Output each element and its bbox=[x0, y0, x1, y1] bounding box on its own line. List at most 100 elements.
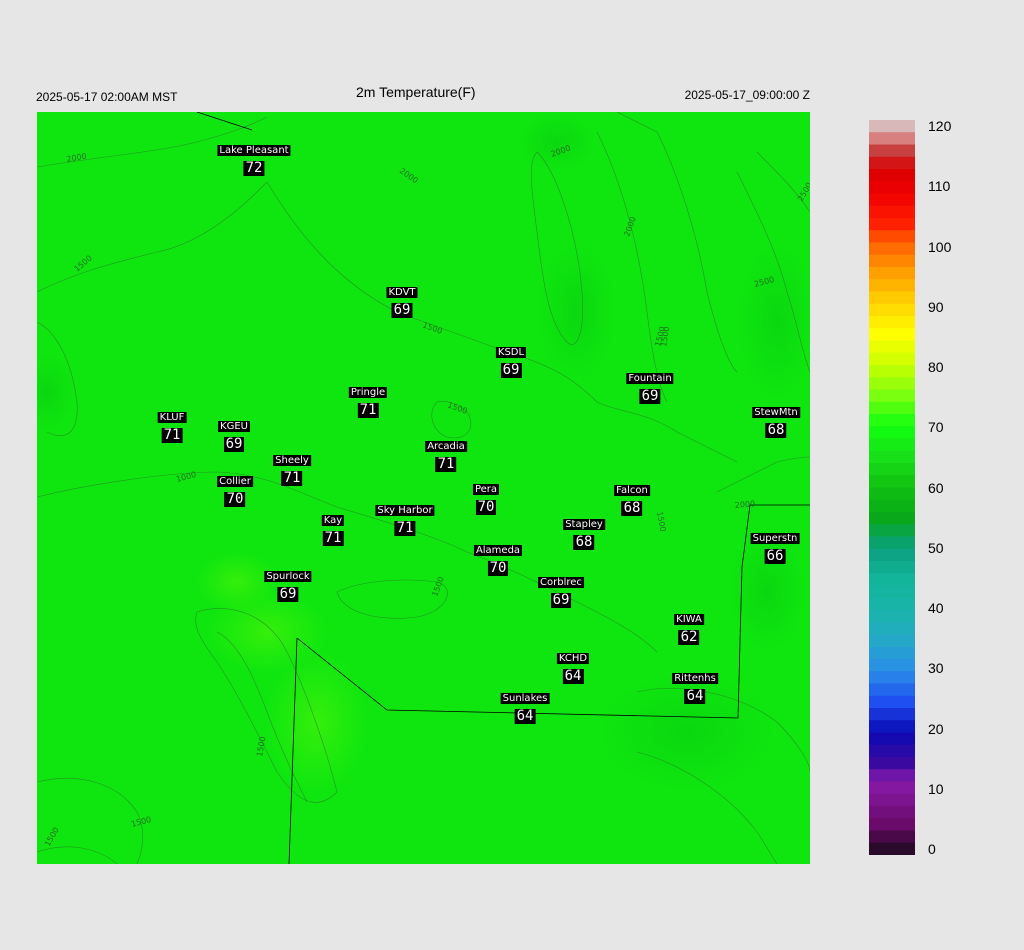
station-temperature: 69 bbox=[500, 362, 522, 378]
station-marker[interactable]: KCHD 64 bbox=[556, 648, 590, 684]
colorbar-band bbox=[869, 659, 915, 672]
colorbar-band bbox=[869, 401, 915, 415]
station-name: Rittenhs bbox=[672, 673, 718, 684]
station-temperature: 62 bbox=[678, 629, 700, 645]
station-temperature: 71 bbox=[322, 530, 344, 546]
colorbar-band bbox=[869, 218, 915, 231]
colorbar-tick-label: 10 bbox=[928, 780, 944, 797]
colorbar-band bbox=[869, 573, 915, 586]
station-temperature: 68 bbox=[765, 422, 787, 438]
station-marker[interactable]: Rittenhs 64 bbox=[672, 668, 718, 704]
colorbar-tick-label: 70 bbox=[928, 419, 944, 436]
station-marker[interactable]: Superstn 66 bbox=[750, 528, 800, 564]
station-marker[interactable]: Corblrec 69 bbox=[538, 572, 584, 608]
colorbar-tick-label: 100 bbox=[928, 238, 952, 255]
colorbar-band bbox=[869, 842, 915, 855]
colorbar-band bbox=[869, 720, 915, 733]
colorbar-band bbox=[869, 169, 915, 182]
station-name: Lake Pleasant bbox=[217, 145, 291, 156]
colorbar-band bbox=[869, 757, 915, 770]
colorbar-band bbox=[869, 414, 915, 427]
station-marker[interactable]: StewMtn 68 bbox=[752, 402, 800, 438]
station-temperature: 68 bbox=[573, 534, 595, 550]
colorbar-band bbox=[869, 365, 915, 378]
station-name: KGEU bbox=[218, 421, 250, 432]
station-marker[interactable]: Alameda 70 bbox=[473, 540, 523, 576]
station-marker[interactable]: Fountain 69 bbox=[626, 368, 674, 404]
station-temperature: 69 bbox=[391, 302, 413, 318]
colorbar-band bbox=[869, 499, 915, 513]
station-temperature: 70 bbox=[487, 560, 509, 576]
station-name: Falcon bbox=[614, 485, 650, 496]
temperature-map[interactable]: 2000 2000 2000 1500 1500 2500 2000 1500 2500 1500… bbox=[37, 112, 810, 864]
station-temperature: 71 bbox=[161, 427, 183, 443]
station-marker[interactable]: KLUF 71 bbox=[157, 407, 187, 443]
station-name: Corblrec bbox=[538, 577, 584, 588]
station-name: Stapley bbox=[563, 519, 605, 530]
station-marker[interactable]: KDVT 69 bbox=[386, 282, 418, 318]
colorbar-band bbox=[869, 561, 915, 574]
colorbar-band bbox=[869, 536, 915, 550]
colorbar-tick-label: 30 bbox=[928, 660, 944, 677]
station-marker[interactable]: Collier 70 bbox=[217, 471, 253, 507]
colorbar-tick-label: 110 bbox=[928, 178, 951, 195]
station-marker[interactable]: Pera 70 bbox=[472, 479, 500, 515]
colorbar-band bbox=[869, 671, 915, 684]
station-marker[interactable]: Lake Pleasant 72 bbox=[217, 140, 291, 176]
station-name: Arcadia bbox=[425, 441, 467, 452]
station-name: Fountain bbox=[626, 373, 674, 384]
station-marker[interactable]: Pringle 71 bbox=[348, 382, 388, 418]
station-marker[interactable]: Sky Harbor 71 bbox=[375, 500, 435, 536]
station-marker[interactable]: Falcon 68 bbox=[614, 480, 650, 516]
colorbar-band bbox=[869, 646, 915, 660]
colorbar-band bbox=[869, 181, 915, 194]
colorbar-band bbox=[869, 156, 915, 170]
station-marker[interactable]: KSDL 69 bbox=[495, 342, 527, 378]
station-name: StewMtn bbox=[752, 407, 800, 418]
station-temperature: 69 bbox=[277, 586, 299, 602]
colorbar-tick-label: 80 bbox=[928, 359, 944, 375]
station-marker[interactable]: Kay 71 bbox=[321, 510, 345, 546]
colorbar-band bbox=[869, 132, 915, 145]
colorbar-band bbox=[869, 267, 915, 280]
station-name: KCHD bbox=[556, 653, 590, 664]
valid-time-local: 2025-05-17 02:00AM MST bbox=[36, 90, 178, 104]
station-name: Alameda bbox=[473, 545, 523, 556]
colorbar-band bbox=[869, 279, 915, 292]
colorbar-band bbox=[869, 144, 915, 158]
station-marker[interactable]: Stapley 68 bbox=[563, 514, 605, 550]
colorbar-tick-label: 120 bbox=[928, 118, 952, 134]
station-marker[interactable]: KIWA 62 bbox=[674, 609, 704, 645]
station-temperature: 71 bbox=[394, 520, 416, 536]
station-temperature: 64 bbox=[514, 708, 536, 724]
station-name: Sheely bbox=[273, 455, 311, 466]
colorbar-band bbox=[869, 120, 915, 133]
contour-label: 2000 bbox=[734, 499, 755, 510]
station-temperature: 71 bbox=[435, 456, 457, 472]
station-temperature: 64 bbox=[684, 688, 706, 704]
station-temperature: 70 bbox=[475, 499, 497, 515]
colorbar-band bbox=[869, 806, 915, 819]
station-name: Sunlakes bbox=[500, 693, 550, 704]
valid-time-utc: 2025-05-17_09:00:00 Z bbox=[684, 88, 810, 102]
map-canvas: 2000200020001500150025002000150025001500… bbox=[37, 112, 810, 864]
colorbar-band bbox=[869, 512, 915, 525]
colorbar-band bbox=[869, 744, 915, 758]
colorbar-band bbox=[869, 708, 915, 721]
station-marker[interactable]: Spurlock 69 bbox=[264, 566, 312, 602]
colorbar-band bbox=[869, 793, 915, 807]
station-temperature: 72 bbox=[243, 160, 265, 176]
colorbar-band bbox=[869, 230, 915, 243]
colorbar-band bbox=[869, 242, 915, 256]
station-temperature: 70 bbox=[224, 491, 246, 507]
station-marker[interactable]: Sunlakes 64 bbox=[500, 688, 550, 724]
station-name: KLUF bbox=[157, 412, 187, 423]
station-name: Pera bbox=[472, 484, 500, 495]
station-marker[interactable]: Arcadia 71 bbox=[425, 436, 467, 472]
station-temperature: 64 bbox=[562, 668, 584, 684]
station-marker[interactable]: Sheely 71 bbox=[273, 450, 311, 486]
colorbar-band bbox=[869, 732, 915, 746]
colorbar-tick-label: 20 bbox=[928, 720, 944, 737]
station-marker[interactable]: KGEU 69 bbox=[218, 416, 250, 452]
colorbar-band bbox=[869, 695, 915, 709]
